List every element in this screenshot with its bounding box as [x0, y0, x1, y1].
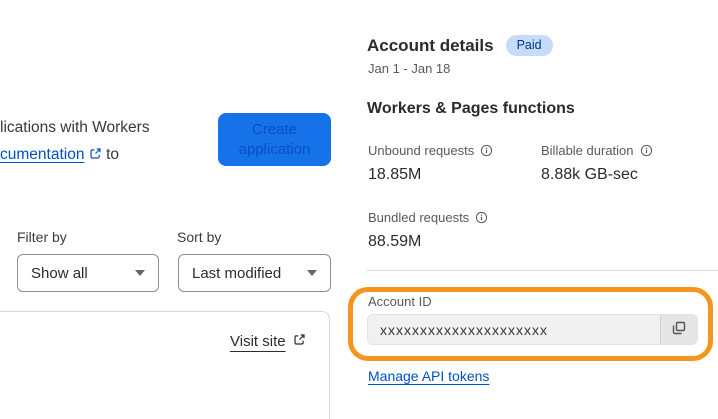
info-icon[interactable] — [480, 144, 493, 157]
paid-badge: Paid — [505, 35, 553, 56]
workers-pages-functions-title: Workers & Pages functions — [367, 100, 575, 117]
sort-select-value: Last modified — [192, 264, 282, 282]
account-id-input[interactable] — [368, 315, 660, 344]
create-application-button[interactable]: Create application — [218, 113, 331, 166]
stat-label-text: Bundled requests — [368, 210, 470, 225]
unbound-requests-value: 18.85M — [368, 166, 422, 183]
intro-line1: lications with Workers — [0, 119, 150, 136]
copy-icon — [671, 320, 687, 339]
account-id-field-group — [367, 314, 698, 345]
bundled-requests-label: Bundled requests — [368, 210, 488, 225]
project-card — [0, 311, 330, 419]
documentation-link[interactable]: cumentation — [0, 146, 84, 163]
unbound-requests-label: Unbound requests — [368, 143, 493, 158]
sort-select[interactable]: Last modified — [178, 254, 331, 292]
bundled-requests-value: 88.59M — [368, 233, 422, 250]
stat-label-text: Billable duration — [541, 143, 634, 158]
billable-duration-value: 8.88k GB-sec — [541, 166, 638, 183]
stat-label-text: Unbound requests — [368, 143, 475, 158]
filter-select-value: Show all — [31, 264, 88, 282]
sort-by-label: Sort by — [177, 229, 222, 245]
account-id-label: Account ID — [368, 294, 432, 309]
workers-pages-dashboard: lications with Workers cumentation to Cr… — [0, 0, 718, 419]
visit-site-link[interactable]: Visit site — [230, 333, 306, 350]
external-link-icon — [89, 142, 102, 169]
info-icon[interactable] — [475, 211, 488, 224]
external-link-icon — [293, 333, 306, 350]
chevron-down-icon — [307, 270, 317, 276]
date-range: Jan 1 - Jan 18 — [368, 61, 451, 76]
intro-text: lications with Workers cumentation to — [0, 114, 150, 169]
chevron-down-icon — [135, 270, 145, 276]
filter-by-label: Filter by — [17, 229, 67, 245]
account-details-title: Account details — [367, 35, 494, 55]
manage-api-tokens-link[interactable]: Manage API tokens — [368, 368, 489, 384]
info-icon[interactable] — [640, 144, 653, 157]
copy-account-id-button[interactable] — [660, 315, 697, 344]
intro-line2: cumentation to — [0, 141, 150, 169]
billable-duration-label: Billable duration — [541, 143, 653, 158]
account-details-header: Account details Paid — [367, 35, 553, 56]
visit-site-label: Visit site — [230, 333, 286, 350]
intro-line2-suffix: to — [106, 146, 120, 163]
section-divider — [367, 270, 718, 271]
filter-select[interactable]: Show all — [17, 254, 159, 292]
